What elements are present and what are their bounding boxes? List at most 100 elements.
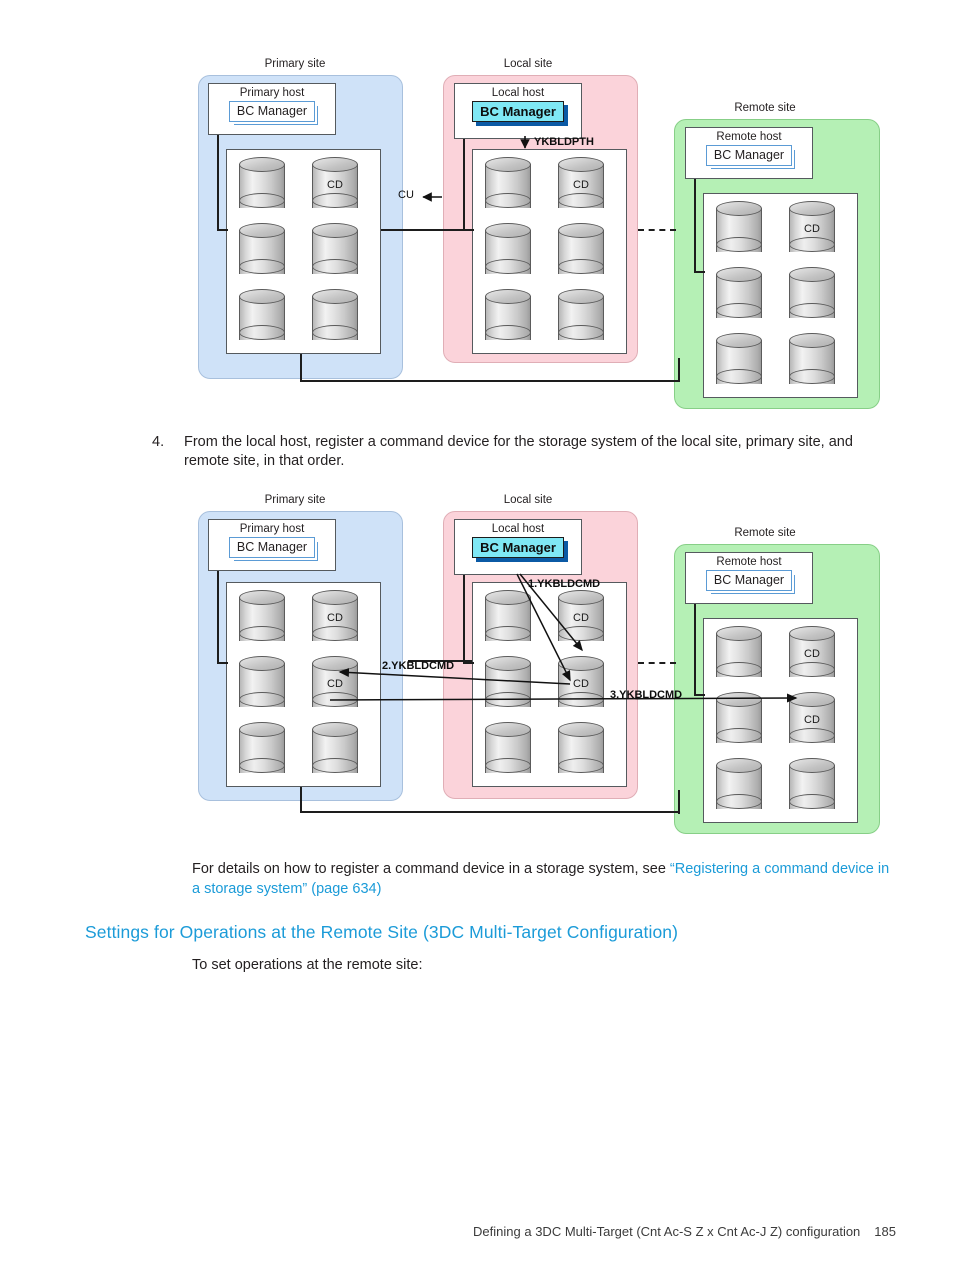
cylinder-cd-primary: CD (312, 157, 358, 215)
cylinder-cd-local-upper: CD (558, 590, 604, 648)
cd-label: CD (804, 223, 820, 235)
connector (217, 135, 219, 231)
cylinder (485, 289, 531, 347)
cylinder (716, 758, 762, 816)
figure2-local-host-box: Local host BC Manager (454, 519, 582, 575)
cylinder (312, 223, 358, 281)
cylinder (485, 223, 531, 281)
figure1-remote-host-title: Remote host (716, 131, 782, 143)
connector (694, 694, 705, 696)
connector (300, 380, 680, 382)
connector-local-remote-dashed (638, 662, 676, 664)
figure1-remote-host-box: Remote host BC Manager (685, 127, 813, 179)
figure1-local-bcmanager-chip: BC Manager (472, 101, 564, 122)
connector (694, 271, 705, 273)
cd-label: CD (573, 678, 589, 690)
cylinder (558, 722, 604, 780)
cylinder (239, 289, 285, 347)
details-paragraph: For details on how to register a command… (192, 859, 892, 899)
figure2-remote-host-box: Remote host BC Manager (685, 552, 813, 604)
figure1-local-host-title: Local host (491, 87, 545, 99)
figure-ykbldpth-diagram: Primary site Primary host BC Manager CD (190, 58, 890, 410)
cylinder (239, 223, 285, 281)
cylinder (558, 289, 604, 347)
cylinder (239, 590, 285, 648)
figure2-primary-bcmanager-chip: BC Manager (228, 537, 316, 558)
cylinder (239, 157, 285, 215)
cylinder (789, 333, 835, 391)
figure1-primary-host-box: Primary host BC Manager (208, 83, 336, 135)
connector (694, 179, 696, 273)
footer-title: Defining a 3DC Multi-Target (Cnt Ac-S Z … (473, 1224, 861, 1239)
figure2-primary-host-title: Primary host (239, 523, 305, 535)
figure1-local-site-label: Local site (503, 58, 553, 70)
cd-label: CD (573, 179, 589, 191)
cylinder (716, 692, 762, 750)
figure1-primary-bcmanager-chip: BC Manager (228, 101, 316, 122)
cylinder-cd-primary-upper: CD (312, 590, 358, 648)
figure2-ykbldcmd-2-label: 2.YKBLDCMD (382, 660, 455, 672)
cd-label: CD (327, 678, 343, 690)
cylinder (716, 201, 762, 259)
cd-label: CD (327, 612, 343, 624)
figure1-ykbldpth-label: YKBLDPTH (534, 136, 594, 148)
cylinder (558, 223, 604, 281)
intro-paragraph: To set operations at the remote site: (192, 957, 423, 973)
figure1-remote-bcmanager-chip: BC Manager (705, 145, 793, 166)
figure2-remote-host-title: Remote host (716, 556, 782, 568)
figure2-primary-host-box: Primary host BC Manager (208, 519, 336, 571)
cylinder (312, 722, 358, 780)
connector (300, 354, 302, 382)
cylinder-cd-remote-lower: CD (789, 692, 835, 750)
connector-primary-local (381, 229, 472, 231)
figure1-cu-label: CU (398, 189, 414, 201)
document-page: Primary site Primary host BC Manager CD (0, 0, 954, 1271)
connector (217, 662, 228, 664)
cylinder (789, 267, 835, 325)
step-4-number: 4. (152, 434, 165, 450)
cylinder (239, 656, 285, 714)
figure2-local-site-label: Local site (503, 494, 553, 506)
page-footer: Defining a 3DC Multi-Target (Cnt Ac-S Z … (0, 1224, 954, 1239)
figure2-local-host-title: Local host (491, 523, 545, 535)
connector-local-remote-dashed (638, 229, 676, 231)
connector (300, 811, 680, 813)
cd-label: CD (804, 648, 820, 660)
cylinder (716, 267, 762, 325)
figure2-remote-site-label: Remote site (734, 527, 796, 539)
figure1-local-host-box: Local host BC Manager (454, 83, 582, 139)
connector (678, 358, 680, 382)
cylinder-cd-local: CD (558, 157, 604, 215)
cylinder (312, 289, 358, 347)
cylinder (485, 656, 531, 714)
connector (463, 662, 474, 664)
connector (217, 571, 219, 664)
connector (694, 604, 696, 696)
section-heading: Settings for Operations at the Remote Si… (85, 922, 679, 942)
figure2-local-bcmanager-chip: BC Manager (472, 537, 564, 558)
cylinder (716, 333, 762, 391)
cylinder (485, 590, 531, 648)
figure1-primary-host-title: Primary host (239, 87, 305, 99)
figure1-remote-site-label: Remote site (734, 102, 796, 114)
footer-page-number: 185 (874, 1224, 896, 1239)
figure2-ykbldcmd-1-label: 1.YKBLDCMD (528, 578, 601, 590)
connector (463, 575, 465, 664)
cylinder-cd-local-lower: CD (558, 656, 604, 714)
cylinder-cd-primary-lower: CD (312, 656, 358, 714)
connector (217, 229, 228, 231)
cylinder-cd-remote-upper: CD (789, 626, 835, 684)
details-paragraph-lead: For details on how to register a command… (192, 861, 670, 877)
cylinder (485, 157, 531, 215)
cd-label: CD (804, 714, 820, 726)
cylinder (485, 722, 531, 780)
figure2-ykbldcmd-3-label: 3.YKBLDCMD (610, 689, 683, 701)
cylinder (789, 758, 835, 816)
figure2-primary-site-label: Primary site (264, 494, 326, 506)
cylinder (239, 722, 285, 780)
figure1-primary-site-label: Primary site (264, 58, 326, 70)
step-4: 4. From the local host, register a comma… (152, 433, 902, 471)
figure-ykbldcmd-diagram: Primary site Primary host BC Manager CD … (190, 494, 890, 839)
connector (678, 790, 680, 814)
cd-label: CD (327, 179, 343, 191)
